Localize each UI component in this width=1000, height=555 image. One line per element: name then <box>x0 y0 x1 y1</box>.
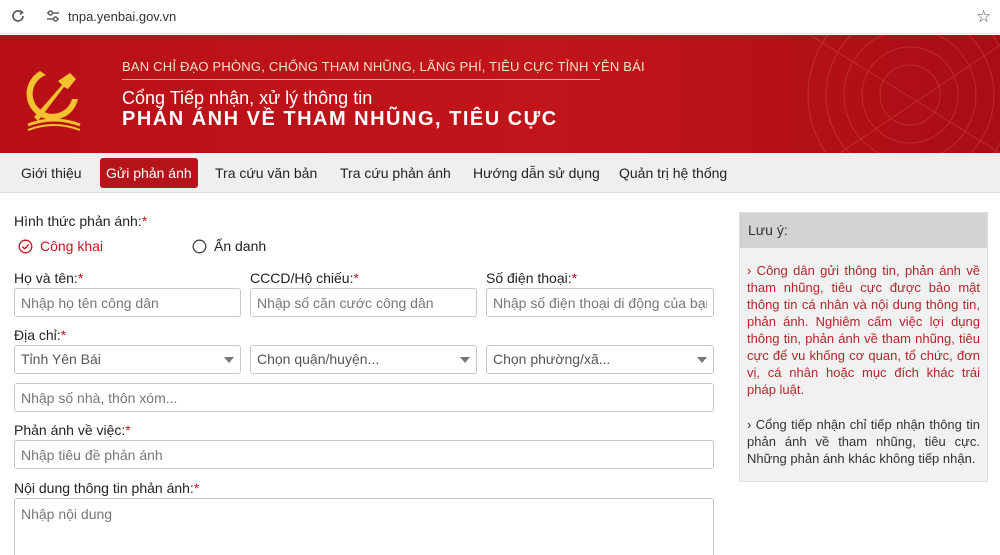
province-select-value: Tỉnh Yên Bái <box>21 351 101 367</box>
id-number-label: CCCD/Hộ chiếu:* <box>250 270 359 286</box>
radio-circle-icon <box>192 239 207 253</box>
bookmark-star-icon[interactable]: ☆ <box>976 7 991 27</box>
phone-input[interactable] <box>486 288 714 317</box>
notice-title: Lưu ý: <box>740 213 987 248</box>
tab-system-admin[interactable]: Quản trị hệ thống <box>613 158 733 188</box>
notice-box: Lưu ý: › Công dân gửi thông tin, phản án… <box>739 212 988 482</box>
content-textarea[interactable] <box>14 498 714 555</box>
district-select-value: Chọn quận/huyện... <box>257 351 380 367</box>
reload-icon[interactable] <box>10 8 26 24</box>
tab-report-lookup[interactable]: Tra cứu phản ánh <box>334 158 457 188</box>
tab-submit-report[interactable]: Gửi phản ánh <box>100 158 198 188</box>
chevron-down-icon <box>224 357 234 363</box>
report-type-label: Hình thức phản ánh:* <box>14 213 148 229</box>
radio-anonymous[interactable]: Ẩn danh <box>192 237 266 255</box>
subject-label: Phản ánh về việc:* <box>14 422 131 438</box>
portal-title: Cổng Tiếp nhận, xử lý thông tin <box>122 88 373 108</box>
main-nav: Giới thiệu Gửi phản ánh Tra cứu văn bản … <box>0 153 1000 193</box>
url-text[interactable]: tnpa.yenbai.gov.vn <box>68 9 176 24</box>
content-label: Nội dung thông tin phản ánh:* <box>14 480 200 496</box>
browser-address-bar: tnpa.yenbai.gov.vn ☆ <box>0 0 1000 34</box>
ward-select-value: Chọn phường/xã... <box>493 351 611 367</box>
header-banner: BAN CHỈ ĐẠO PHÒNG, CHỐNG THAM NHŨNG, LÃN… <box>0 35 1000 153</box>
site-settings-icon[interactable] <box>46 9 60 23</box>
chevron-down-icon <box>697 357 707 363</box>
tab-user-guide[interactable]: Hướng dẫn sử dụng <box>467 158 606 188</box>
hammer-sickle-emblem-icon <box>26 71 81 131</box>
full-name-input[interactable] <box>14 288 241 317</box>
chevron-down-icon <box>460 357 470 363</box>
radio-public-label: Công khai <box>40 238 104 254</box>
banner-divider <box>122 79 600 80</box>
full-name-label: Họ và tên:* <box>14 270 84 286</box>
subject-input[interactable] <box>14 440 714 469</box>
radio-anonymous-label: Ẩn danh <box>214 238 267 254</box>
ward-select[interactable]: Chọn phường/xã... <box>486 345 714 374</box>
checked-circle-icon <box>18 239 33 253</box>
government-agency-name: BAN CHỈ ĐẠO PHÒNG, CHỐNG THAM NHŨNG, LÃN… <box>122 59 645 74</box>
district-select[interactable]: Chọn quận/huyện... <box>250 345 477 374</box>
id-number-input[interactable] <box>250 288 477 317</box>
banner-pattern <box>807 35 1000 153</box>
phone-label: Số điện thoại:* <box>486 270 578 286</box>
notice-item-privacy: › Công dân gửi thông tin, phản ánh về th… <box>747 263 980 397</box>
tab-introduction[interactable]: Giới thiệu <box>15 158 88 188</box>
notice-item-scope: › Cổng tiếp nhận chỉ tiếp nhận thông tin… <box>747 417 980 466</box>
address-label: Địa chỉ:* <box>14 327 67 343</box>
province-select[interactable]: Tỉnh Yên Bái <box>14 345 241 374</box>
street-address-input[interactable] <box>14 383 714 412</box>
portal-subtitle: PHẢN ÁNH VỀ THAM NHŨNG, TIÊU CỰC <box>122 108 558 130</box>
tab-document-lookup[interactable]: Tra cứu văn bản <box>209 158 323 188</box>
radio-public[interactable]: Công khai <box>18 237 103 255</box>
